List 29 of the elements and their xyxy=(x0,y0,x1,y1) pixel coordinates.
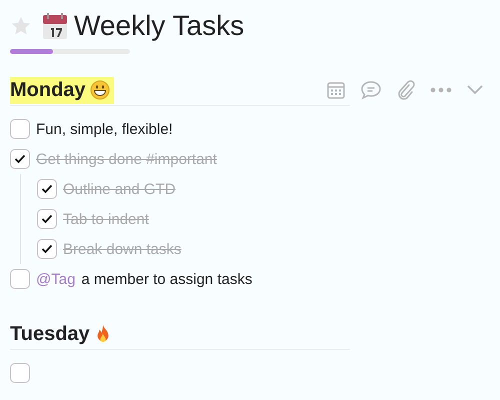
checkbox[interactable] xyxy=(37,179,57,199)
chevron-down-icon[interactable] xyxy=(466,84,484,96)
more-icon[interactable] xyxy=(430,87,452,93)
task-text: Tab to indent xyxy=(63,210,149,228)
checkbox[interactable] xyxy=(10,119,30,139)
section-heading: Monday xyxy=(10,76,114,104)
member-mention[interactable]: @Tag xyxy=(36,270,76,288)
task-text: Get things done #important xyxy=(36,150,217,168)
task-text: a member to assign tasks xyxy=(81,270,252,288)
comment-icon[interactable] xyxy=(360,80,382,100)
check-icon xyxy=(41,214,53,224)
page-title: Weekly Tasks xyxy=(74,10,244,42)
section-heading: Tuesday xyxy=(10,322,90,346)
checkbox[interactable] xyxy=(10,149,30,169)
task-text: Outline and GTD xyxy=(63,180,176,198)
paperclip-icon[interactable] xyxy=(396,80,416,100)
checkbox[interactable] xyxy=(37,239,57,259)
checkbox[interactable] xyxy=(10,269,30,289)
calendar-icon[interactable] xyxy=(326,80,346,100)
task-text: Break down tasks xyxy=(63,240,182,258)
checkbox[interactable] xyxy=(37,209,57,229)
checkbox[interactable] xyxy=(10,363,30,383)
calendar-icon xyxy=(42,12,68,40)
task-text: Fun, simple, flexible! xyxy=(36,120,173,138)
grinning-face-icon xyxy=(90,80,110,100)
check-icon xyxy=(41,244,53,254)
check-icon xyxy=(14,154,26,164)
check-icon xyxy=(41,184,53,194)
star-icon[interactable] xyxy=(10,15,32,37)
